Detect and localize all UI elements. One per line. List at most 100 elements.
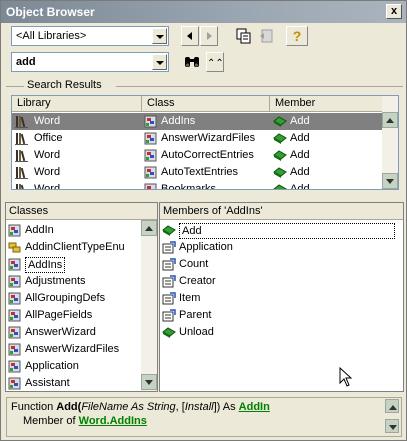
result-class: Bookmarks [161, 183, 217, 190]
member-list-item-label: Item [179, 292, 201, 304]
method-icon [273, 166, 287, 179]
method-icon [273, 183, 287, 189]
method-icon [273, 115, 287, 128]
members-header: Members of 'AddIns' [160, 203, 403, 220]
class-icon [8, 224, 22, 237]
search-button[interactable] [181, 52, 203, 72]
forward-button[interactable] [200, 26, 218, 46]
details-member-of: Member of Word.AddIns [23, 415, 147, 427]
search-results-group-line [6, 86, 24, 87]
property-icon [162, 275, 176, 288]
result-member: Add [290, 115, 310, 127]
details-scrollbar[interactable] [385, 399, 399, 435]
column-header-class-label: Class [147, 97, 175, 109]
class-list-item[interactable]: Assistant [6, 375, 140, 391]
class-icon [8, 343, 22, 356]
result-member: Add [290, 149, 310, 161]
scroll-up-button[interactable] [382, 112, 398, 128]
details-library-link[interactable]: Word [79, 415, 107, 427]
class-list-item-label: Assistant [25, 377, 70, 389]
details-pane: Function Add(FileName As String, [Instal… [6, 397, 402, 437]
member-list-item[interactable]: Application [160, 239, 400, 256]
member-list-item[interactable]: Item [160, 290, 400, 307]
class-list-item[interactable]: AllGroupingDefs [6, 290, 140, 307]
close-button[interactable]: x [386, 4, 402, 19]
details-member-of-label: Member of [23, 415, 76, 427]
scroll-down-button[interactable] [385, 419, 399, 433]
result-member: Add [290, 183, 310, 190]
help-button[interactable]: ? [286, 26, 308, 46]
library-icon [15, 132, 29, 145]
result-class: AutoTextEntries [161, 166, 239, 178]
class-list-item[interactable]: AnswerWizardFiles [6, 341, 140, 358]
class-list-item-label: Adjustments [25, 275, 86, 287]
class-list-item[interactable]: AllPageFields [6, 307, 140, 324]
chevron-down-icon[interactable] [152, 28, 167, 44]
class-list-item-label: AllPageFields [25, 309, 93, 321]
scroll-down-button[interactable] [382, 173, 398, 189]
classes-scrollbar[interactable] [141, 220, 157, 391]
member-list-item[interactable]: Unload [160, 324, 400, 341]
scroll-down-button[interactable] [141, 374, 157, 390]
method-icon [273, 132, 287, 145]
close-icon: x [390, 5, 398, 17]
show-hide-search-results-button[interactable]: ⌃⌃ [206, 52, 224, 72]
method-icon [162, 224, 176, 237]
result-class: AddIns [161, 115, 196, 127]
chevron-down-icon[interactable] [152, 54, 167, 70]
search-result-row[interactable]: Word AddIns Add [12, 113, 384, 130]
column-header-library-label: Library [17, 97, 51, 109]
member-list-item[interactable]: Creator [160, 273, 400, 290]
search-text-combo[interactable]: add [11, 52, 169, 72]
member-list-item[interactable]: Count [160, 256, 400, 273]
property-icon [162, 309, 176, 322]
member-list-item[interactable]: Add [160, 222, 400, 239]
class-list-item[interactable]: AddIns [6, 256, 140, 273]
back-arrow-icon [187, 32, 192, 40]
library-icon [15, 183, 29, 189]
class-icon [8, 360, 22, 373]
classes-pane: Classes AddIn AddinClientTypeEnu AddIns Adj… [5, 202, 158, 392]
search-result-row[interactable]: Word AutoTextEntries Add [12, 164, 384, 181]
search-results-label: Search Results [27, 79, 102, 91]
class-list-item[interactable]: AnswerWizard [6, 324, 140, 341]
column-header-class[interactable]: Class [142, 96, 270, 112]
copy-to-clipboard-icon [236, 28, 251, 44]
copy-button[interactable] [233, 26, 255, 46]
classes-header: Classes [6, 203, 157, 220]
class-list-item[interactable]: Application [6, 358, 140, 375]
search-result-row[interactable]: Office AnswerWizardFiles Add [12, 130, 384, 147]
members-header-label: Members of 'AddIns' [163, 205, 263, 217]
class-icon [144, 149, 158, 162]
class-list-item[interactable]: Adjustments [6, 273, 140, 290]
column-header-member[interactable]: Member [270, 96, 384, 112]
class-list-item[interactable]: AddIn [6, 222, 140, 239]
class-list-item-label: AllGroupingDefs [25, 292, 106, 304]
class-list-item-label: AddIns [25, 257, 66, 273]
scroll-up-button[interactable] [141, 220, 157, 236]
library-combo[interactable]: <All Libraries> [11, 26, 169, 46]
column-header-library[interactable]: Library [12, 96, 142, 112]
title-bar[interactable]: Object Browser x [1, 1, 406, 23]
details-class-link[interactable]: AddIns [110, 415, 147, 427]
search-results-scrollbar[interactable] [382, 96, 398, 189]
details-keyword: Function [11, 401, 54, 413]
class-list-item-label: AnswerWizard [25, 326, 96, 338]
search-result-row[interactable]: Word Bookmarks Add [12, 181, 384, 190]
details-return-type-link[interactable]: AddIn [239, 401, 270, 413]
member-list-item[interactable]: Parent [160, 307, 400, 324]
view-definition-icon [260, 29, 273, 43]
scroll-up-button[interactable] [385, 399, 399, 413]
method-icon [273, 149, 287, 162]
member-list-item-label: Parent [179, 309, 212, 321]
view-definition-button[interactable] [256, 26, 278, 46]
forward-arrow-icon [207, 32, 212, 40]
result-member: Add [290, 132, 310, 144]
search-result-row[interactable]: Word AutoCorrectEntries Add [12, 147, 384, 164]
object-browser-window: Object Browser x <All Libraries> add ? ⌃… [0, 0, 407, 441]
back-button[interactable] [181, 26, 199, 46]
details-sep: , [ [175, 401, 185, 413]
class-list-item[interactable]: AddinClientTypeEnu [6, 239, 140, 256]
details-param-filename: FileName As String [81, 401, 176, 413]
result-library: Word [34, 149, 61, 161]
